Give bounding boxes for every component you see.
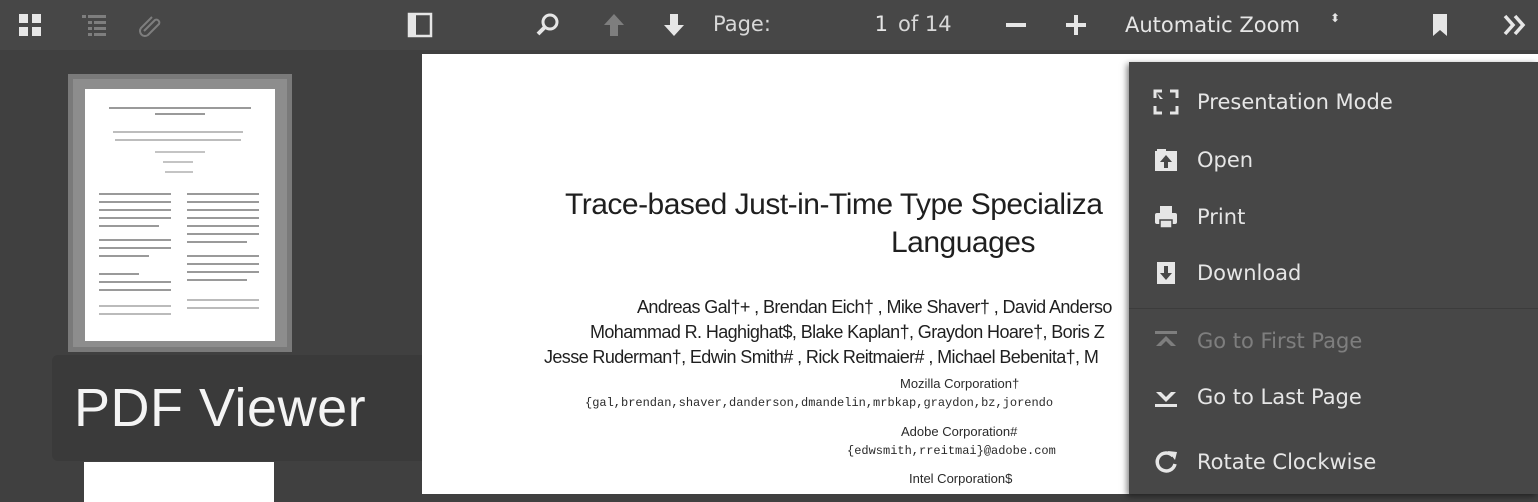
zoom-in-icon[interactable] <box>1058 6 1094 44</box>
zoom-out-icon[interactable] <box>998 6 1034 44</box>
search-icon[interactable] <box>530 6 566 44</box>
doc-title-line-2: Languages <box>891 226 1035 259</box>
menu-presentation-mode[interactable]: Presentation Mode <box>1129 77 1538 127</box>
thumbnail-image <box>85 89 275 341</box>
zoom-value: Automatic Zoom <box>1125 13 1300 37</box>
zoom-select[interactable]: Automatic Zoom <box>1118 9 1355 41</box>
menu-open[interactable]: Open <box>1129 135 1538 185</box>
doc-affiliation-2: Adobe Corporation# <box>901 424 1018 439</box>
page-count: of 14 <box>898 12 952 36</box>
doc-authors-2: Mohammad R. Haghighat$, Blake Kaplan†, G… <box>590 322 1105 342</box>
pdf-viewer-badge: PDF Viewer <box>52 355 464 461</box>
page-label: Page: <box>713 12 771 36</box>
previous-page-icon[interactable] <box>596 6 632 44</box>
menu-item-label: Download <box>1197 261 1302 285</box>
menu-rotate-clockwise[interactable]: Rotate Clockwise <box>1129 437 1538 487</box>
menu-item-label: Print <box>1197 205 1246 229</box>
thumbnail-page-1[interactable] <box>68 74 292 352</box>
secondary-toolbar-menu: Presentation Mode Open Print Download Go… <box>1129 62 1538 494</box>
menu-print[interactable]: Print <box>1129 192 1538 242</box>
thumbnails-icon[interactable] <box>12 6 48 44</box>
badge-text: PDF Viewer <box>74 378 367 438</box>
toolbar: Page: of 14 Automatic Zoom ⬍ <box>0 0 1538 50</box>
last-page-icon <box>1151 382 1181 412</box>
sidebar-toggle-icon[interactable] <box>402 6 438 44</box>
attachments-icon[interactable] <box>132 6 168 44</box>
presentation-mode-icon <box>1151 87 1181 117</box>
first-page-icon <box>1151 326 1181 356</box>
menu-item-label: Rotate Clockwise <box>1197 450 1377 474</box>
doc-affiliation-3: Intel Corporation$ <box>909 471 1013 486</box>
next-page-icon[interactable] <box>656 6 692 44</box>
outline-icon[interactable] <box>76 6 112 44</box>
doc-emails-2: {edwsmith,rreitmai}@adobe.com <box>847 444 1056 458</box>
doc-emails-1: {gal,brendan,shaver,danderson,dmandelin,… <box>585 396 1054 410</box>
tools-icon[interactable] <box>1496 6 1532 44</box>
menu-go-to-last-page[interactable]: Go to Last Page <box>1129 372 1538 422</box>
print-icon <box>1151 202 1181 232</box>
menu-download[interactable]: Download <box>1129 248 1538 298</box>
open-file-icon <box>1151 145 1181 175</box>
rotate-clockwise-icon <box>1151 447 1181 477</box>
menu-item-label: Go to First Page <box>1197 329 1363 353</box>
thumbnail-page-2[interactable] <box>84 462 274 502</box>
download-icon <box>1151 258 1181 288</box>
bookmark-icon[interactable] <box>1422 6 1458 44</box>
doc-authors-1: Andreas Gal†+ , Brendan Eich† , Mike Sha… <box>637 297 1112 317</box>
menu-go-to-first-page[interactable]: Go to First Page <box>1129 316 1538 366</box>
doc-affiliation-1: Mozilla Corporation† <box>900 376 1020 391</box>
menu-item-label: Go to Last Page <box>1197 385 1362 409</box>
doc-authors-3: Jesse Ruderman†, Edwin Smith# , Rick Rei… <box>544 347 1099 367</box>
zoom-dropdown-icon[interactable]: ⬍ <box>1330 12 1340 24</box>
menu-separator <box>1129 308 1538 309</box>
menu-item-label: Open <box>1197 148 1254 172</box>
menu-item-label: Presentation Mode <box>1197 90 1393 114</box>
page-number-input[interactable] <box>838 9 892 39</box>
